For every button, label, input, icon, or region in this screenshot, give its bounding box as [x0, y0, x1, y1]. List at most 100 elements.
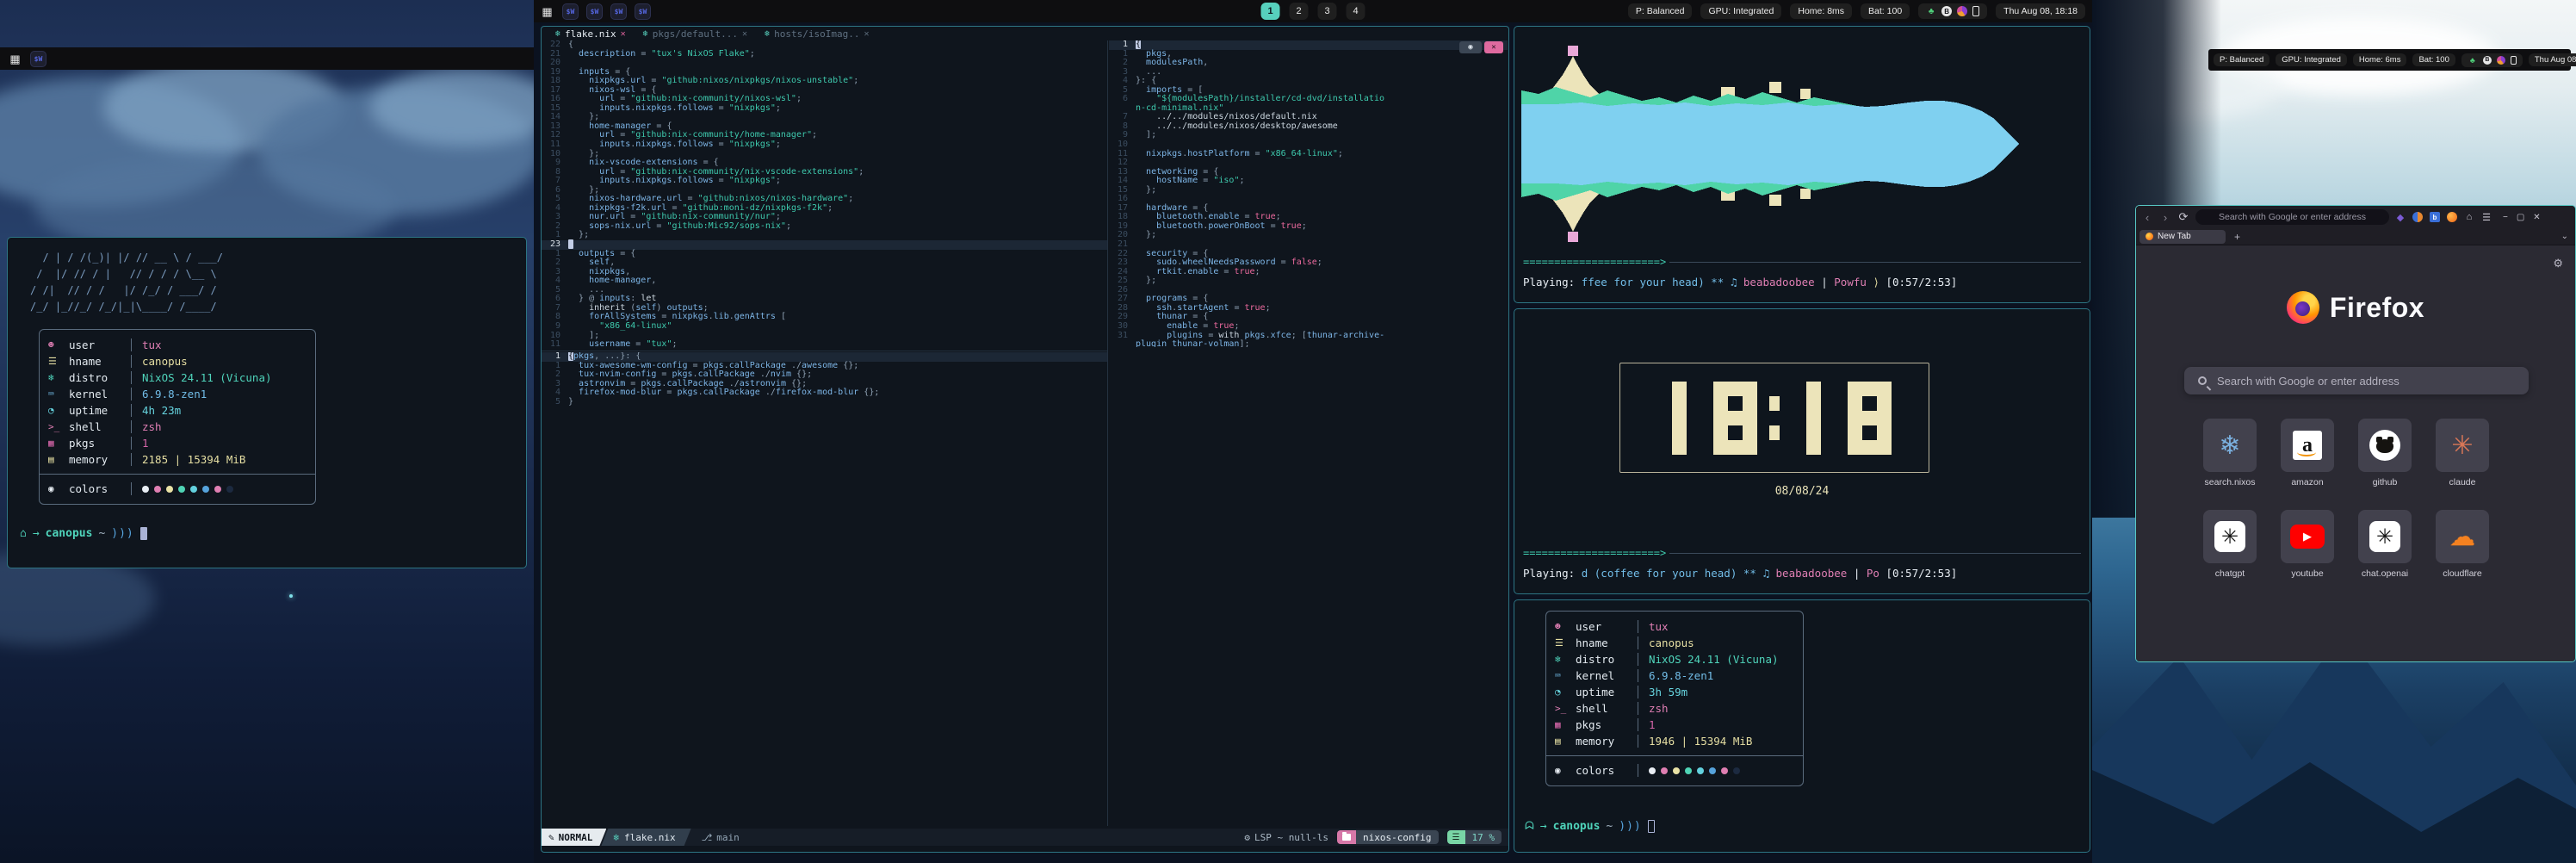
cava-terminal-pane[interactable]: ======================> Playing: ffee fo…	[1514, 26, 2090, 303]
plant-tray-icon[interactable]: ♣	[1926, 6, 1936, 16]
new-tab-button[interactable]: +	[2234, 231, 2240, 243]
workspace-button-2[interactable]: 2	[1290, 3, 1309, 20]
fetch-row: ◔uptime4h 23m	[48, 402, 307, 419]
tab-close-icon[interactable]: ✕	[621, 29, 626, 39]
clock-digit	[1792, 382, 1836, 455]
battery-pill[interactable]: Bat: 100	[2412, 53, 2455, 66]
system-tray[interactable]: ♣ B	[1918, 3, 1987, 19]
editor-pane-flake[interactable]: 22{21 description = "tux's NixOS Flake";…	[542, 40, 1107, 351]
left-terminal-window[interactable]: / | / /(_)| |/ // __ \ / ___/ / |/ // / …	[7, 237, 527, 568]
code-line: 3 ...	[1109, 68, 1508, 78]
editor-tab[interactable]: ❄hosts/isoImag..✕	[758, 27, 876, 40]
newtab-search-input[interactable]: Search with Google or enter address	[2184, 367, 2529, 394]
bar-status-group: P: Balanced GPU: Integrated Home: 8ms Ba…	[1628, 3, 2085, 20]
extension-fox-icon[interactable]	[2447, 212, 2457, 222]
extension-duo-icon[interactable]	[2412, 212, 2423, 222]
close-button[interactable]: ✕	[2533, 213, 2540, 222]
terminal-column: ======================> Playing: ffee fo…	[1514, 26, 2090, 853]
vertical-split[interactable]	[1107, 40, 1108, 826]
shortcut-tile[interactable]: github	[2358, 419, 2412, 487]
app-icon-2[interactable]: $W	[586, 3, 603, 20]
now-playing: Playing: ffee for your head) ** ♫ beabad…	[1523, 276, 2081, 289]
audio-tray-icon[interactable]	[1957, 6, 1967, 16]
shortcut-tile[interactable]: ☁cloudflare	[2436, 510, 2489, 579]
shortcut-tile[interactable]: ✳chat.openai	[2358, 510, 2412, 579]
app-icon-1[interactable]: $W	[562, 3, 579, 20]
shortcut-tile[interactable]: ▶youtube	[2281, 510, 2334, 579]
audio-tray-icon[interactable]	[2497, 56, 2505, 65]
window-close-button[interactable]: ✕	[1484, 41, 1503, 53]
hamburger-menu-icon[interactable]: ☰	[2481, 212, 2492, 222]
menu-grid-icon[interactable]: ▦	[541, 5, 554, 18]
shortcut-tile[interactable]: ❄search.nixos	[2203, 419, 2257, 487]
firefox-logo	[2287, 291, 2319, 324]
tab-close-icon[interactable]: ✕	[742, 29, 747, 39]
color-dot	[154, 486, 161, 493]
newtab-settings-gear-icon[interactable]: ⚙	[2553, 257, 2563, 270]
nixos-ascii-art: / | / /(_)| |/ // __ \ / ___/ / |/ // / …	[8, 238, 526, 315]
forward-button[interactable]: ›	[2159, 211, 2171, 224]
plant-tray-icon[interactable]: ♣	[2468, 55, 2478, 65]
shortcut-tile[interactable]: aamazon	[2281, 419, 2334, 487]
tab-close-icon[interactable]: ✕	[864, 29, 869, 39]
app-icon-4[interactable]: $W	[635, 3, 651, 20]
eye-toggle-button[interactable]: ◉	[1459, 41, 1482, 53]
bluetooth-tray-icon[interactable]: B	[2483, 56, 2492, 65]
clock-pill[interactable]: Thu Aug 08, 18:18	[1996, 3, 2085, 19]
shortcut-tile[interactable]: ✳claude	[2436, 419, 2489, 487]
tab-list-chevron-icon[interactable]: ⌄	[2561, 232, 2568, 241]
system-tray[interactable]: ♣ B	[2461, 53, 2523, 67]
nix-snowflake-icon: ❄	[613, 832, 619, 843]
uptime-icon: ◔	[48, 405, 69, 416]
fetch-row: ▤memory1946 | 15394 MiB	[1555, 733, 1794, 749]
editor-tab[interactable]: ❄pkgs/default...✕	[636, 27, 754, 40]
firefox-tabstrip: New Tab + ⌄	[2136, 228, 2575, 245]
extension-gem-icon[interactable]: ◆	[2395, 212, 2406, 222]
reload-button[interactable]: ⟳	[2177, 210, 2189, 224]
code-line: 21 description = "tux's NixOS Flake";	[542, 50, 1107, 59]
editor-pane-pkgs[interactable]: 1{pkgs, ...}: {1 tux-awesome-wm-config =…	[542, 352, 1107, 413]
code-line: 14 hostName = "iso";	[1109, 177, 1508, 186]
phone-tray-icon[interactable]	[1972, 6, 1979, 16]
power-profile-pill[interactable]: P: Balanced	[1628, 3, 1693, 19]
shell-prompt[interactable]: ᗣ→canopus~)))	[1525, 820, 1655, 833]
fetch-row: ⌨kernel6.9.8-zen1	[1555, 667, 1794, 684]
back-button[interactable]: ‹	[2141, 211, 2153, 224]
host-icon: ☰	[1555, 637, 1576, 649]
url-bar[interactable]: Search with Google or enter address	[2195, 209, 2389, 225]
ping-pill[interactable]: Home: 6ms	[2353, 53, 2407, 66]
phone-tray-icon[interactable]	[2511, 56, 2517, 65]
home-icon[interactable]: ⌂	[2464, 212, 2474, 222]
fastfetch-panel: ☻usertux☰hnamecanopus❄distroNixOS 24.11 …	[39, 329, 316, 505]
menu-grid-icon[interactable]: ▦	[9, 53, 22, 65]
editor-tab[interactable]: ❄flake.nix✕	[548, 27, 633, 40]
extension-vault-icon[interactable]: b	[2430, 212, 2440, 222]
firefox-window[interactable]: ‹ › ⟳ Search with Google or enter addres…	[2135, 205, 2576, 662]
search-icon	[2198, 376, 2207, 385]
code-line: 23	[542, 240, 1107, 250]
browser-tab-newtab[interactable]: New Tab	[2139, 230, 2226, 244]
gpu-pill[interactable]: GPU: Integrated	[1700, 3, 1781, 19]
gpu-pill[interactable]: GPU: Integrated	[2276, 53, 2347, 66]
workspace-button-1[interactable]: 1	[1261, 3, 1280, 20]
app-icon[interactable]: $W	[30, 51, 46, 67]
shortcut-tile[interactable]: ✳chatgpt	[2203, 510, 2257, 579]
shell-prompt[interactable]: ⌂→canopus~)))	[20, 527, 147, 540]
minimize-button[interactable]: −	[2503, 213, 2508, 222]
maximize-button[interactable]: ▢	[2517, 213, 2524, 222]
workspace-button-4[interactable]: 4	[1347, 3, 1365, 20]
editor-pane-iso[interactable]: 1{​1 pkgs,2 modulesPath,3 ...4}: {5 impo…	[1109, 40, 1508, 347]
battery-pill[interactable]: Bat: 100	[1861, 3, 1910, 19]
scroll-position-chip: ☰ 17 %	[1447, 830, 1502, 844]
clock-terminal-pane[interactable]: 08/08/24 ======================> Playing…	[1514, 308, 2090, 594]
ping-pill[interactable]: Home: 8ms	[1790, 3, 1852, 19]
firefox-wordmark: Firefox	[2330, 292, 2424, 324]
power-profile-pill[interactable]: P: Balanced	[2214, 53, 2269, 66]
fetch-row: >_shellzsh	[48, 419, 307, 435]
app-icon-3[interactable]: $W	[610, 3, 627, 20]
workspace-button-3[interactable]: 3	[1318, 3, 1337, 20]
neovim-window[interactable]: ❄flake.nix✕❄pkgs/default...✕ ❄hosts/isoIm…	[541, 26, 1509, 853]
fetch-terminal-pane[interactable]: ☻usertux☰hnamecanopus❄distroNixOS 24.11 …	[1514, 599, 2090, 853]
bluetooth-tray-icon[interactable]: B	[1941, 6, 1952, 16]
clock-pill[interactable]: Thu Aug 08, 18:39	[2529, 53, 2576, 66]
